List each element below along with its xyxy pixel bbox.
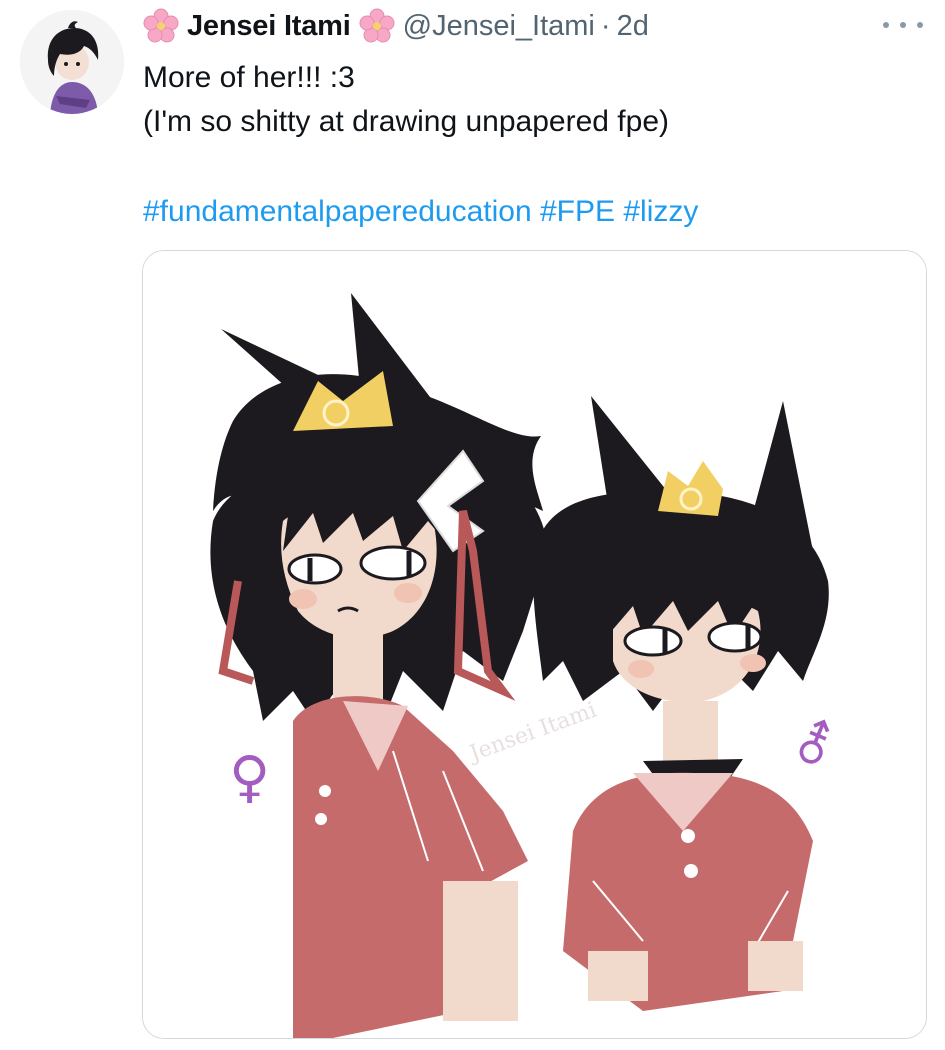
male-female-symbol: ⚦ <box>793 717 835 775</box>
hashtag-link[interactable]: #FPE <box>540 195 615 228</box>
more-horizontal-icon <box>883 22 889 28</box>
avatar-image <box>20 10 124 114</box>
separator-dot: · <box>600 9 611 42</box>
tweet-text-line: (I'm so shitty at drawing unpapered fpe) <box>143 105 669 138</box>
hashtag-link[interactable]: #lizzy <box>623 195 698 228</box>
cherry-blossom-icon <box>143 8 179 44</box>
author-avatar[interactable] <box>20 10 124 114</box>
tweet-text-line: More of her!!! :3 <box>143 61 355 94</box>
author-handle[interactable]: @Jensei_Itami <box>403 10 595 43</box>
hashtag-link[interactable]: #fundamentalpapereducation <box>143 195 532 228</box>
hashtag-list: #fundamentalpapereducation #FPE #lizzy <box>143 190 698 234</box>
artwork-illustration: ♀ ⚦ Jensei Itami <box>143 251 926 1038</box>
author-display-name[interactable]: Jensei Itami <box>187 10 351 43</box>
tweet-text: More of her!!! :3 (I'm so shitty at draw… <box>143 56 903 144</box>
cherry-blossom-icon <box>359 8 395 44</box>
female-symbol: ♀ <box>229 745 270 810</box>
tweet-header: Jensei Itami @Jensei_Itami · 2d <box>143 6 649 46</box>
tweet-timestamp[interactable]: 2d <box>617 10 649 43</box>
tweet-media-image[interactable]: ♀ ⚦ Jensei Itami <box>142 250 927 1039</box>
more-options-button[interactable] <box>883 20 923 30</box>
